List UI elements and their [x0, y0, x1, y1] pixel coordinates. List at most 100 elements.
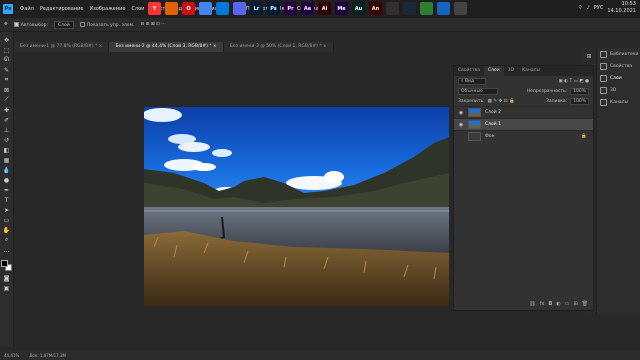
- menu-item[interactable]: Изображение: [86, 6, 128, 12]
- wifi-icon[interactable]: ⌔: [578, 5, 583, 11]
- obs-icon[interactable]: [386, 2, 399, 15]
- layer-style-icon[interactable]: fx: [540, 301, 545, 307]
- move-tool-icon[interactable]: ✥: [4, 22, 8, 27]
- close-icon[interactable]: ×: [322, 44, 327, 49]
- layer-row[interactable]: Фон 🔒: [454, 130, 593, 142]
- healing-brush-tool-icon[interactable]: ✚: [2, 106, 12, 114]
- crop-tool-icon[interactable]: ⌗: [2, 76, 12, 84]
- blur-tool-icon[interactable]: 💧: [2, 166, 12, 174]
- ps-icon[interactable]: Ps: [267, 2, 280, 15]
- app-blue-icon[interactable]: [437, 2, 450, 15]
- new-group-icon[interactable]: ▭: [565, 301, 570, 307]
- firefox-icon[interactable]: [165, 2, 178, 15]
- layer-name[interactable]: Слой 2: [485, 110, 501, 115]
- dock-item[interactable]: Библиотеки: [597, 48, 640, 60]
- screen-mode-icon[interactable]: ▣: [2, 284, 12, 292]
- panel-tab[interactable]: 3D: [504, 66, 518, 76]
- close-icon[interactable]: ×: [97, 44, 103, 49]
- hand-tool-icon[interactable]: ✋: [2, 226, 12, 234]
- transform-controls-checkbox[interactable]: Показать упр. элем.: [79, 21, 134, 28]
- layer-row[interactable]: ◉ Слой 2: [454, 106, 593, 118]
- dodge-tool-icon[interactable]: ●: [2, 176, 12, 184]
- lock-icons[interactable]: ▦ ✎ ✥ ⊡ 🔒: [488, 99, 515, 104]
- panel-tab[interactable]: Каналы: [518, 66, 544, 76]
- expand-panel-icon[interactable]: ⊞: [584, 52, 594, 60]
- stamp-tool-icon[interactable]: ⊥: [2, 126, 12, 134]
- layer-row[interactable]: ◉ Слой 1: [454, 118, 593, 130]
- document-tab[interactable]: Без имени-2 @ 44,4% (Слой 3, RGB/8#) * ×: [109, 42, 224, 52]
- steam-icon[interactable]: [403, 2, 416, 15]
- align-icons[interactable]: ⊟ ⊞ ⊠ ⊡ ⋯: [140, 22, 165, 27]
- add-mask-icon[interactable]: ◘: [548, 301, 552, 307]
- lock-row: Закрепить: ▦ ✎ ✥ ⊡ 🔒 Заливка: 100%: [454, 96, 593, 106]
- ae-icon[interactable]: Ae: [301, 2, 314, 15]
- photoshop-window: Ps ФайлРедактированиеИзображениеСлоиТекс…: [0, 0, 640, 360]
- shape-tool-icon[interactable]: ▭: [2, 216, 12, 224]
- layer-name[interactable]: Слой 1: [485, 122, 501, 127]
- document-tab[interactable]: Без имени-1 @ 77,8% (RGB/8#) * ×: [14, 42, 110, 52]
- filter-icons[interactable]: ▣ ◐ T ▭ ◩ ●: [558, 79, 589, 84]
- quick-mask-icon[interactable]: ◙: [2, 274, 12, 282]
- dock-item[interactable]: Слои: [597, 72, 640, 84]
- move-tool-icon[interactable]: ✥: [2, 36, 12, 44]
- me-icon[interactable]: Me: [335, 2, 348, 15]
- au-icon[interactable]: Au: [352, 2, 365, 15]
- more-tools-icon[interactable]: …: [2, 246, 12, 254]
- opacity-input[interactable]: 100%: [570, 87, 589, 95]
- sound-icon[interactable]: ♪: [587, 5, 590, 11]
- zoom-tool-icon[interactable]: ⌕: [2, 236, 12, 244]
- layer-name[interactable]: Фон: [485, 134, 495, 139]
- zoom-level[interactable]: 44,41%: [4, 353, 19, 358]
- autoselect-dropdown[interactable]: Слой: [54, 20, 74, 29]
- eye-icon[interactable]: ◉: [458, 110, 464, 116]
- lr-icon[interactable]: Lr: [250, 2, 263, 15]
- kind-filter[interactable]: ⌕ Вид: [458, 77, 486, 85]
- autoselect-checkbox[interactable]: Автовыбор:: [13, 21, 48, 28]
- eye-icon[interactable]: ◉: [458, 122, 464, 128]
- marquee-tool-icon[interactable]: ⬚: [2, 46, 12, 54]
- type-tool-icon[interactable]: T: [2, 196, 12, 204]
- yandex-browser-icon[interactable]: Y: [148, 2, 161, 15]
- chrome-icon[interactable]: [199, 2, 212, 15]
- close-icon[interactable]: ×: [212, 44, 217, 49]
- app-green-icon[interactable]: [420, 2, 433, 15]
- color-swatches[interactable]: [0, 260, 13, 272]
- adjustment-layer-icon[interactable]: ◐: [556, 301, 560, 307]
- discord-icon[interactable]: [233, 2, 246, 15]
- gradient-tool-icon[interactable]: ▦: [2, 156, 12, 164]
- dock-item[interactable]: Каналы: [597, 96, 640, 108]
- foreground-color[interactable]: [0, 260, 8, 267]
- ai-icon[interactable]: Ai: [318, 2, 331, 15]
- document-tab[interactable]: Без имени-3 @ 50% (Слой 1, RGB/8#) * ×: [223, 42, 334, 52]
- new-layer-icon[interactable]: ⊞: [573, 301, 577, 307]
- path-select-tool-icon[interactable]: ➤: [2, 206, 12, 214]
- brush-tool-icon[interactable]: ✐: [2, 116, 12, 124]
- dock-item[interactable]: 3D: [597, 84, 640, 96]
- menu-item[interactable]: Слои: [128, 6, 147, 12]
- opera-icon[interactable]: O: [182, 2, 195, 15]
- dock-item[interactable]: Свойства: [597, 60, 640, 72]
- delete-layer-icon[interactable]: 🗑: [582, 301, 588, 307]
- fill-input[interactable]: 100%: [570, 97, 589, 105]
- quick-select-tool-icon[interactable]: ✎: [2, 66, 12, 74]
- an-icon[interactable]: An: [369, 2, 382, 15]
- clock[interactable]: 10:53 14.10.2021: [607, 1, 636, 15]
- panel-tab[interactable]: Слои: [483, 66, 504, 76]
- eraser-tool-icon[interactable]: ◧: [2, 146, 12, 154]
- panel-tab[interactable]: Свойства: [454, 66, 484, 76]
- document-image[interactable]: [144, 107, 449, 306]
- pr-icon[interactable]: Pr: [284, 2, 297, 15]
- menu-item[interactable]: Редактирование: [37, 6, 87, 12]
- frame-tool-icon[interactable]: ⊠: [2, 86, 12, 94]
- eyedropper-tool-icon[interactable]: ⟋: [2, 96, 12, 104]
- eye-icon[interactable]: [458, 134, 464, 140]
- pen-tool-icon[interactable]: ✒: [2, 186, 12, 194]
- lasso-tool-icon[interactable]: ᘏ: [2, 56, 12, 64]
- history-brush-tool-icon[interactable]: ↺: [2, 136, 12, 144]
- blend-mode-dropdown[interactable]: Обычные: [458, 87, 498, 95]
- link-layers-icon[interactable]: ⛓: [529, 301, 535, 307]
- language-indicator[interactable]: РУС: [594, 5, 604, 11]
- mail-icon[interactable]: [216, 2, 229, 15]
- menu-item[interactable]: Файл: [17, 6, 37, 12]
- settings-gear-icon[interactable]: [454, 2, 467, 15]
